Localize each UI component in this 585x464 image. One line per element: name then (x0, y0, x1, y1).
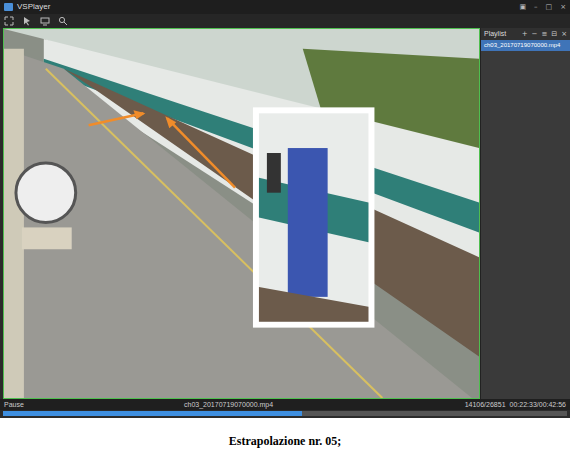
screen-icon[interactable] (40, 16, 50, 26)
camera-image (4, 29, 479, 398)
status-file: ch03_20170719070000.mp4 (184, 399, 273, 410)
time-display: 00:22:33/00:42:56 (510, 399, 566, 410)
playlist-header: Playlist +−≡ ⊟ × (481, 28, 570, 41)
figure-caption: Estrapolazione nr. 05; (0, 418, 570, 450)
toolbar (0, 14, 570, 28)
progress-track[interactable] (3, 411, 567, 416)
pointer-icon[interactable] (22, 16, 32, 26)
playlist-panel: Playlist +−≡ ⊟ × ch03_20170719070000.mp4 (480, 28, 570, 399)
playlist-tool[interactable]: ⊟ (551, 29, 557, 40)
playlist-tools: +−≡ ⊟ × (522, 29, 567, 40)
playlist-item[interactable]: ch03_20170719070000.mp4 (481, 40, 570, 51)
playlist-tool[interactable]: − (532, 29, 538, 40)
app-logo-icon (4, 3, 13, 11)
playlist-items: ch03_20170719070000.mp4 (481, 40, 570, 51)
window-control[interactable]: – (534, 0, 538, 14)
search-icon[interactable] (58, 16, 68, 26)
playlist-tool[interactable]: + (522, 29, 528, 40)
window-control[interactable]: ▣ (519, 0, 526, 14)
playlist-title: Playlist (484, 29, 506, 40)
frame-counter: 14106/26851 (465, 399, 506, 410)
window-title: VSPlayer (17, 0, 50, 14)
window-control[interactable]: □ (546, 0, 553, 14)
fullscreen-icon[interactable] (4, 16, 14, 26)
progress-fill (3, 411, 302, 416)
window-controls: ▣–□ × (519, 0, 566, 14)
playback-state: Pause (4, 399, 184, 410)
window-control[interactable]: × (560, 0, 566, 14)
playlist-tool[interactable]: × (561, 29, 567, 40)
video-frame[interactable] (3, 28, 480, 399)
status-bar: Pause ch03_20170719070000.mp4 14106/2685… (0, 399, 570, 410)
title-bar: VSPlayer ▣–□ × (0, 0, 570, 14)
player-window: VSPlayer ▣–□ × (0, 0, 570, 418)
playlist-tool[interactable]: ≡ (541, 29, 547, 40)
